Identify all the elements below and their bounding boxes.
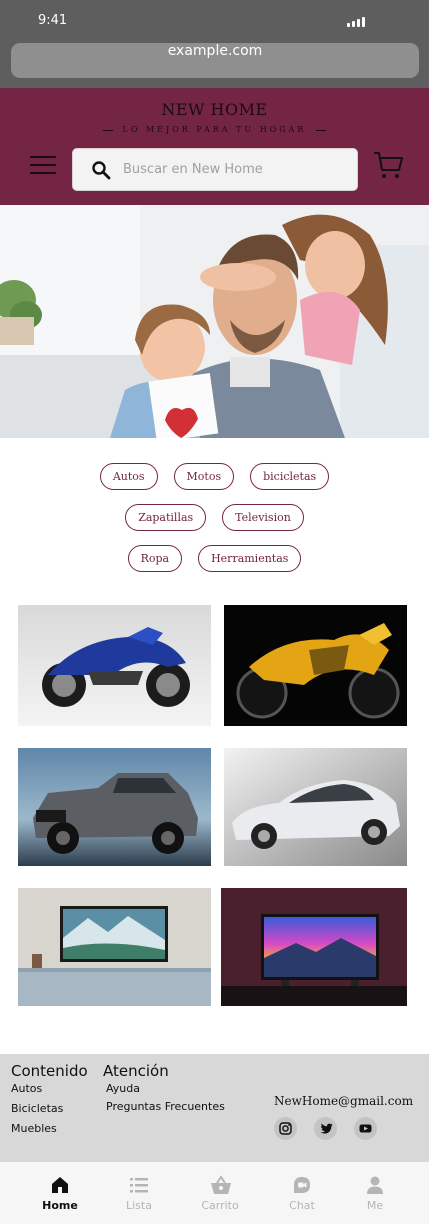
nav-me[interactable]: Me <box>340 1162 410 1224</box>
hamburger-menu-icon[interactable] <box>30 154 56 176</box>
site-footer: Contenido Autos Bicicletas Muebles Atenc… <box>0 1054 429 1162</box>
chip-row: Ropa Herramientas <box>0 545 429 572</box>
chip-row: Autos Motos bicicletas <box>0 463 429 490</box>
product-tile-gold-motorcycle[interactable] <box>224 605 407 726</box>
url-bar[interactable]: example.com <box>11 43 419 78</box>
white-sedan-image <box>224 748 407 866</box>
blue-motorcycle-image <box>18 605 211 726</box>
instagram-icon[interactable] <box>274 1117 297 1140</box>
brand-tagline: LO MEJOR PARA TU HOGAR <box>122 125 307 134</box>
footer-contenido-title: Contenido <box>11 1062 88 1080</box>
bottom-navigation: Home Lista Carrito Chat Me <box>0 1162 429 1224</box>
brand-name: NEW HOME <box>161 100 268 119</box>
chip-bicicletas[interactable]: bicicletas <box>250 463 330 490</box>
nav-me-label: Me <box>366 1199 384 1212</box>
product-tile-blue-motorcycle[interactable] <box>18 605 211 726</box>
tagline-dash-right <box>316 129 327 131</box>
gold-motorcycle-image <box>224 605 407 726</box>
nav-home[interactable]: Home <box>25 1162 95 1224</box>
search-input[interactable] <box>123 149 353 190</box>
home-icon <box>52 1177 68 1193</box>
footer-link-preguntas-frecuentes[interactable]: Preguntas Frecuentes <box>106 1100 225 1113</box>
signal-icon <box>347 16 365 27</box>
search-icon <box>92 161 111 180</box>
list-icon <box>130 1178 148 1193</box>
status-bar: 9:41 example.com <box>0 0 429 88</box>
product-tile-pickup-truck[interactable] <box>18 748 211 866</box>
product-tile-tv-dark-room[interactable] <box>221 888 407 1006</box>
chip-row: Zapatillas Television <box>0 504 429 531</box>
product-tile-tv-living-room[interactable] <box>18 888 211 1006</box>
nav-carrito[interactable]: Carrito <box>185 1162 255 1224</box>
tagline-dash-left <box>102 129 113 131</box>
chip-ropa[interactable]: Ropa <box>127 545 183 572</box>
chip-herramientas[interactable]: Herramientas <box>198 545 302 572</box>
youtube-icon[interactable] <box>354 1117 377 1140</box>
footer-atencion-title: Atención <box>103 1062 169 1080</box>
nav-carrito-label: Carrito <box>201 1199 239 1212</box>
nav-chat[interactable]: Chat <box>267 1162 337 1224</box>
tv-dark-room-image <box>221 888 407 1006</box>
chip-motos[interactable]: Motos <box>173 463 235 490</box>
chip-zapatillas[interactable]: Zapatillas <box>125 504 207 531</box>
nav-lista[interactable]: Lista <box>104 1162 174 1224</box>
hero-family-illustration <box>0 205 429 438</box>
nav-lista-label: Lista <box>126 1199 152 1212</box>
footer-link-bicicletas[interactable]: Bicicletas <box>11 1102 63 1115</box>
footer-link-muebles[interactable]: Muebles <box>11 1122 57 1135</box>
chat-icon <box>294 1177 310 1193</box>
site-header: NEW HOME LO MEJOR PARA TU HOGAR <box>0 88 429 205</box>
nav-chat-label: Chat <box>289 1199 315 1212</box>
hero-banner-image <box>0 205 429 438</box>
category-chips: Autos Motos bicicletas Zapatillas Televi… <box>0 463 429 586</box>
footer-link-autos[interactable]: Autos <box>11 1082 42 1095</box>
cart-icon[interactable] <box>372 149 404 181</box>
basket-icon <box>211 1175 231 1194</box>
pickup-truck-image <box>18 748 211 866</box>
tv-living-room-image <box>18 888 211 1006</box>
brand-tagline-row: LO MEJOR PARA TU HOGAR <box>0 125 429 134</box>
person-icon <box>367 1176 383 1194</box>
product-tile-white-sedan[interactable] <box>224 748 407 866</box>
search-bar[interactable] <box>72 148 358 191</box>
chip-television[interactable]: Television <box>222 504 304 531</box>
footer-link-ayuda[interactable]: Ayuda <box>106 1082 140 1095</box>
twitter-icon[interactable] <box>314 1117 337 1140</box>
nav-home-label: Home <box>42 1199 78 1212</box>
chip-autos[interactable]: Autos <box>99 463 158 490</box>
footer-email[interactable]: NewHome@gmail.com <box>274 1094 413 1108</box>
status-time: 9:41 <box>38 13 68 28</box>
